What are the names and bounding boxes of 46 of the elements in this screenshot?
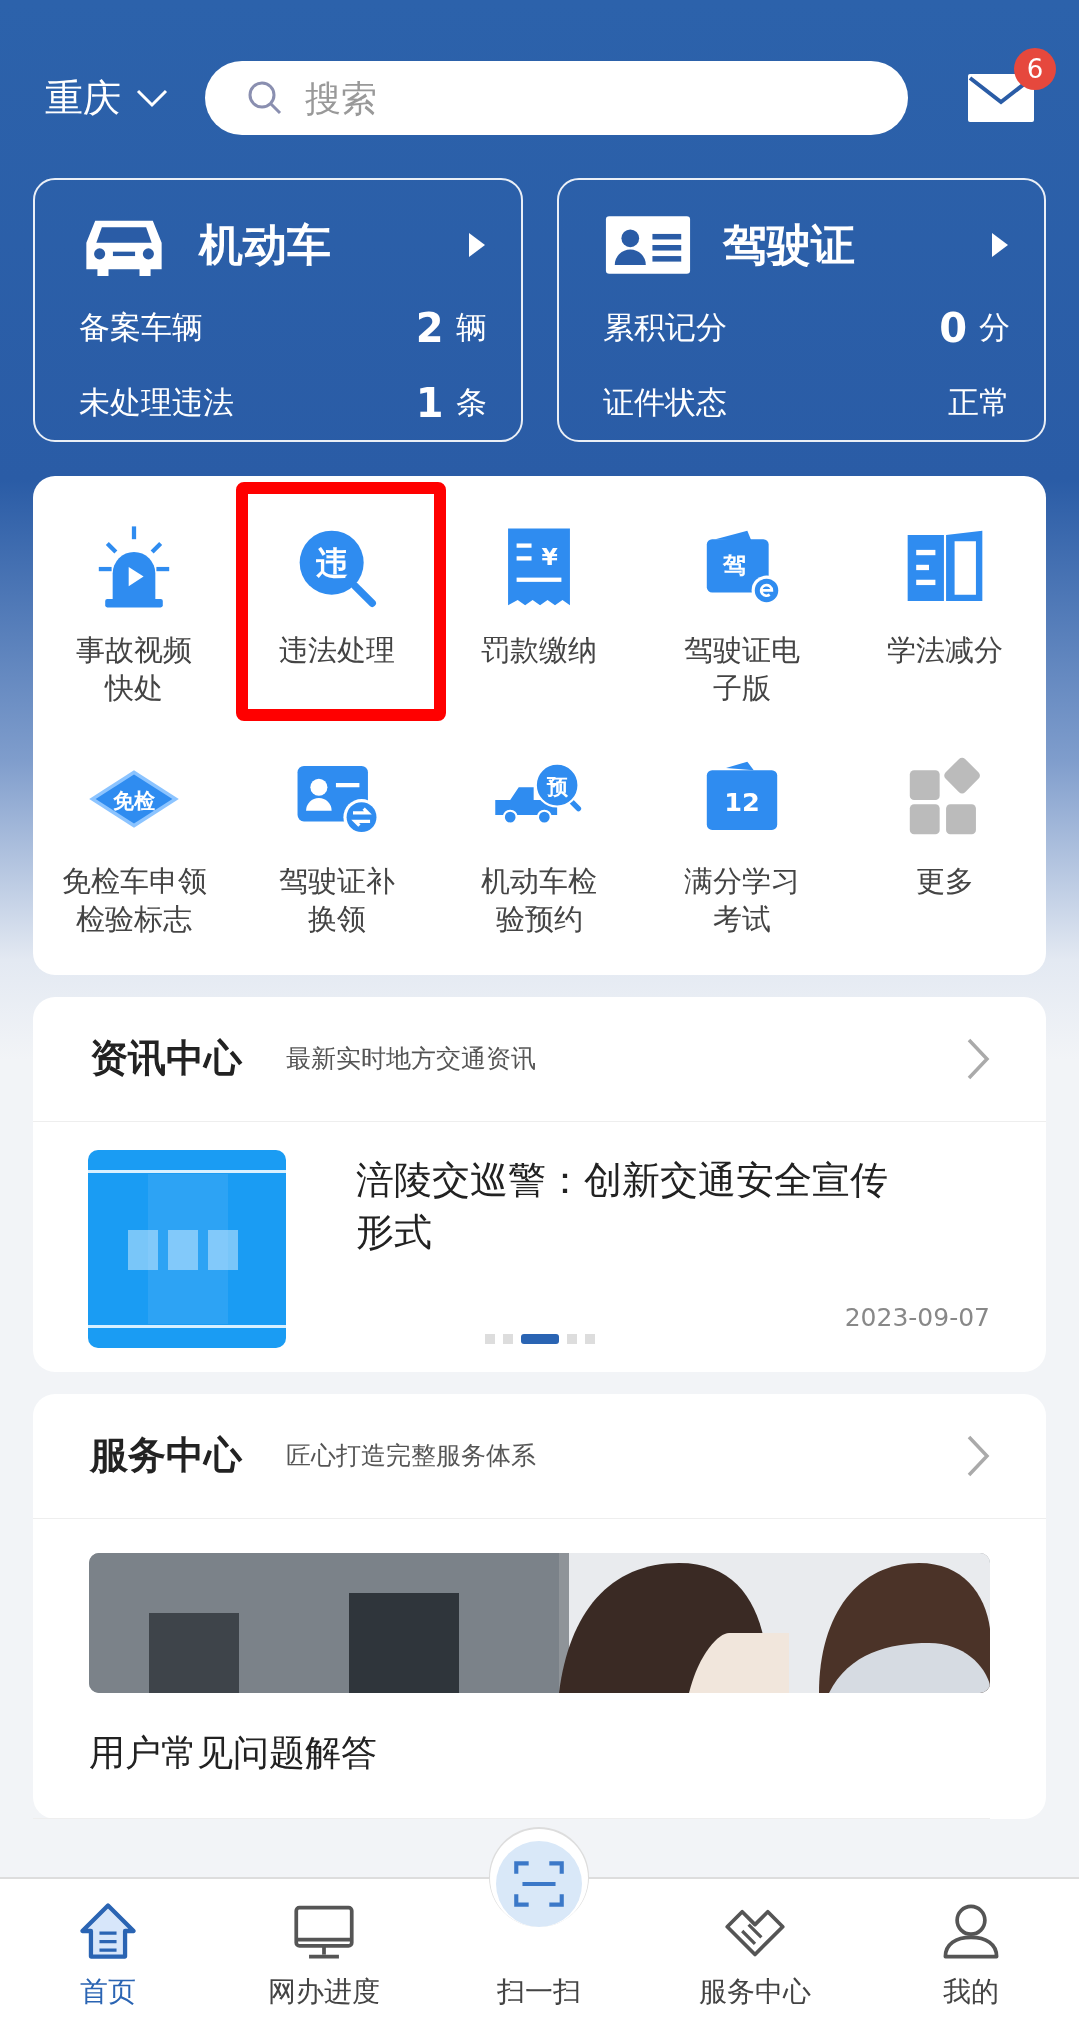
unread-badge: 6 (1014, 48, 1056, 90)
service-label[interactable]: 机动车检 验预约 (481, 863, 598, 939)
stat-label: 备案车辆 (79, 307, 204, 347)
service-label[interactable]: 更多 (915, 863, 974, 902)
service-label[interactable]: 免检车申领 检验标志 (61, 863, 207, 939)
service-label[interactable]: 驾驶证电 子版 (684, 632, 801, 708)
card-title: 机动车 (199, 217, 332, 272)
chevron-down-icon[interactable] (135, 88, 169, 108)
search-icon (247, 80, 283, 116)
section-title: 资讯中心 (90, 1035, 242, 1083)
city-selector[interactable]: 重庆 (45, 72, 121, 124)
summary-card[interactable]: 驾驶证 累积记分 0 分 证件状态 正常 (556, 178, 1046, 442)
nav-tab[interactable]: 扫一扫 (431, 1835, 648, 2027)
stat-label: 累积记分 (602, 307, 728, 347)
section-subtitle: 最新实时地方交通资讯 (286, 1043, 537, 1076)
stat-label: 证件状态 (602, 382, 728, 422)
faq-title[interactable]: 用户常见问题解答 (33, 1692, 990, 1819)
section-subtitle: 匠心打造完整服务体系 (286, 1440, 537, 1473)
service-label[interactable]: 驾驶证补 换领 (278, 863, 395, 939)
nav-tab[interactable]: 网办进度 (215, 1879, 432, 2027)
stat-label: 未处理违法 (79, 382, 235, 422)
stat-value: 0 (939, 304, 967, 351)
service-label[interactable]: 违法处理 (278, 632, 395, 670)
triangle-right-icon (466, 231, 487, 260)
service-label[interactable]: 满分学习 考试 (684, 863, 801, 939)
service-label[interactable]: 学法减分 (886, 632, 1003, 670)
stat-value: 1 (415, 379, 444, 426)
stat-unit: 辆 (455, 307, 487, 347)
stat-unit: 分 (979, 307, 1010, 347)
nav-tab[interactable]: 我的 (863, 1879, 1079, 2027)
triangle-right-icon (990, 231, 1010, 260)
chevron-right-icon[interactable] (966, 1036, 990, 1081)
card-title: 驾驶证 (722, 217, 856, 272)
search-field[interactable]: 搜索 (205, 61, 908, 135)
news-headline[interactable]: 涪陵交巡警：创新交通安全宣传形式 (356, 1153, 916, 1259)
service-label[interactable]: 罚款缴纳 (481, 632, 598, 670)
stat-unit: 条 (455, 382, 487, 422)
summary-card[interactable]: 机动车 备案车辆 2 辆 未处理违法 1 条 (33, 178, 523, 442)
chevron-right-icon[interactable] (966, 1433, 990, 1478)
stat-value: 正常 (948, 382, 1010, 422)
news-date: 2023-09-07 (844, 1302, 990, 1332)
nav-tab[interactable]: 服务中心 (647, 1879, 864, 2027)
service-label[interactable]: 事故视频 快处 (76, 632, 193, 708)
section-title: 服务中心 (90, 1432, 242, 1480)
nav-tab[interactable]: 首页 (0, 1879, 216, 2027)
stat-value: 2 (415, 304, 444, 351)
